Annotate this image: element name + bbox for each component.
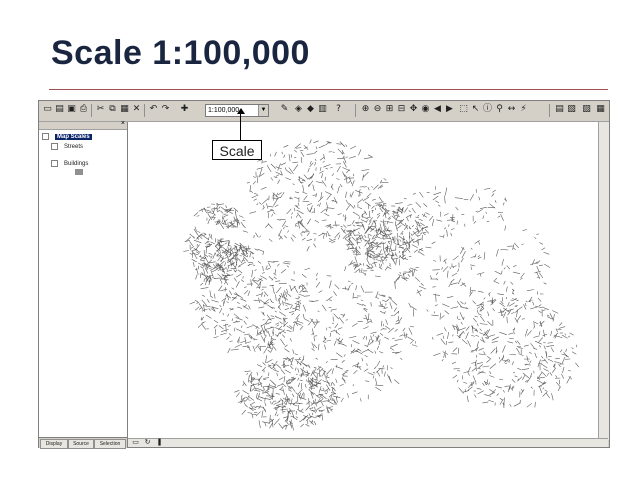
toolbar-separator [144, 104, 145, 117]
open-folder-icon[interactable]: ▤ [54, 104, 65, 115]
chevron-down-icon[interactable]: ▼ [258, 105, 268, 116]
toc-tabs: Display Source Selection [39, 437, 127, 449]
add-data-icon[interactable]: ✚ [179, 104, 190, 115]
vertical-scrollbar[interactable] [598, 122, 609, 440]
zoom-in-icon[interactable]: ⊕ [360, 104, 371, 115]
layer-checkbox[interactable] [51, 160, 58, 167]
refresh-icon[interactable]: ▨ [581, 104, 592, 115]
cut-icon[interactable]: ✂ [95, 104, 106, 115]
full-extent-icon[interactable]: ◉ [420, 104, 431, 115]
select-features-icon[interactable]: ⬚ [458, 104, 469, 115]
pause-view-icon[interactable]: ❚ [154, 437, 165, 448]
pause-drawing-icon[interactable]: ▦ [595, 104, 606, 115]
find-icon[interactable]: ⚲ [494, 104, 505, 115]
map-view[interactable] [128, 122, 598, 440]
arctoolbox-icon[interactable]: ◆ [305, 104, 316, 115]
callout-arrowhead [237, 108, 245, 114]
view-switch-bar: ▭ ↻ ❚ [128, 438, 608, 447]
buildings-symbol-swatch [75, 169, 83, 175]
table-of-contents: × Map Scales Streets Buildings Display S… [39, 120, 128, 449]
save-icon[interactable]: ▣ [66, 104, 77, 115]
close-icon[interactable]: × [121, 120, 125, 127]
measure-icon[interactable]: ↔ [506, 104, 517, 115]
refresh-view-icon[interactable]: ↻ [142, 437, 153, 448]
select-elements-icon[interactable]: ↖ [470, 104, 481, 115]
tab-selection[interactable]: Selection [94, 439, 126, 449]
data-frame-row[interactable]: Map Scales [42, 133, 92, 141]
zoom-out-icon[interactable]: ⊖ [372, 104, 383, 115]
new-document-icon[interactable]: ▭ [42, 104, 53, 115]
toolbar-separator [549, 104, 550, 117]
print-icon[interactable]: ⎙ [78, 104, 89, 115]
layer-row-streets[interactable]: Streets [51, 143, 83, 150]
scale-callout: Scale [212, 140, 262, 160]
delete-icon[interactable]: ✕ [131, 104, 142, 115]
identify-icon[interactable]: ◈ [293, 104, 304, 115]
data-frame-label[interactable]: Map Scales [55, 134, 92, 141]
forward-extent-icon[interactable]: ▶ [444, 104, 455, 115]
toc-header: × [39, 120, 127, 130]
map-scale-value: 1:100,000 [208, 107, 240, 114]
fixed-zoom-in-icon[interactable]: ⊞ [384, 104, 395, 115]
info-icon[interactable]: ⓘ [482, 104, 493, 115]
editor-icon[interactable]: ✎ [279, 104, 290, 115]
layer-row-buildings[interactable]: Buildings [51, 160, 88, 167]
hyperlink-icon[interactable]: ⚡ [518, 104, 529, 115]
toolbar-separator [355, 104, 356, 117]
help-icon[interactable]: ? [333, 104, 344, 115]
callout-leader-line [240, 111, 241, 140]
street-network-map[interactable] [128, 122, 598, 440]
toolbar: ▭ ▤ ▣ ⎙ ✂ ⧉ ▦ ✕ ↶ ↷ ✚ 1:100,000 ▼ ✎ ◈ ◆ … [39, 101, 609, 122]
slide-title: Scale 1:100,000 [51, 34, 310, 72]
expand-icon[interactable] [42, 133, 49, 140]
layout-view-icon[interactable]: ▤ [554, 104, 565, 115]
redo-icon[interactable]: ↷ [160, 104, 171, 115]
title-divider [49, 89, 608, 90]
fixed-zoom-out-icon[interactable]: ⊟ [396, 104, 407, 115]
layer-label-streets: Streets [64, 144, 84, 151]
tab-source[interactable]: Source [68, 439, 94, 449]
layout-view-tab-icon[interactable]: ▭ [130, 437, 141, 448]
layer-label-buildings: Buildings [64, 161, 89, 168]
tab-display[interactable]: Display [40, 439, 68, 449]
layer-checkbox[interactable] [51, 143, 58, 150]
data-view-icon[interactable]: ▧ [566, 104, 577, 115]
arcmap-window: ▭ ▤ ▣ ⎙ ✂ ⧉ ▦ ✕ ↶ ↷ ✚ 1:100,000 ▼ ✎ ◈ ◆ … [38, 100, 610, 449]
copy-icon[interactable]: ⧉ [107, 104, 118, 115]
command-line-icon[interactable]: ▥ [317, 104, 328, 115]
pan-icon[interactable]: ✥ [408, 104, 419, 115]
paste-icon[interactable]: ▦ [119, 104, 130, 115]
back-extent-icon[interactable]: ◀ [432, 104, 443, 115]
undo-icon[interactable]: ↶ [148, 104, 159, 115]
toolbar-separator [91, 104, 92, 117]
